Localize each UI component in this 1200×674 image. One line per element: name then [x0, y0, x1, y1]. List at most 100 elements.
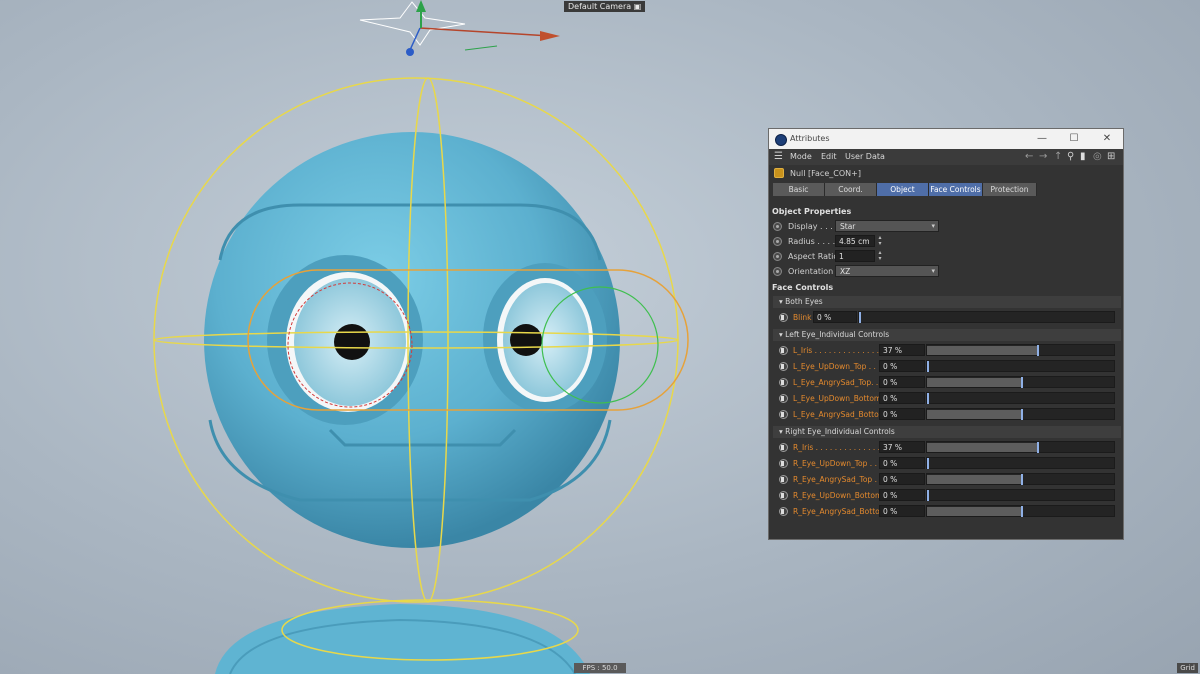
animate-radio-icon[interactable]	[773, 222, 782, 231]
slider-label: Blink	[793, 313, 812, 322]
slider-fill	[927, 507, 1021, 516]
camera-icon: ▣	[633, 2, 642, 11]
slider-label: L_Eye_AngrySad_Bottom	[793, 410, 887, 419]
chevron-down-icon: ▾	[931, 267, 935, 275]
orientation-value: XZ	[840, 267, 851, 276]
back-arrow-icon[interactable]: ←	[1025, 151, 1033, 163]
slider-track[interactable]	[926, 344, 1115, 356]
slider-value-field[interactable]: 37 %	[879, 344, 925, 356]
group-title: Both Eyes	[785, 297, 823, 306]
new-panel-icon[interactable]: ⊞	[1107, 151, 1115, 163]
slider-label: R_Eye_AngrySad_Bottom	[793, 507, 888, 516]
tab-basic[interactable]: Basic	[773, 183, 825, 196]
keyframe-icon[interactable]	[779, 378, 788, 387]
keyframe-icon[interactable]	[779, 507, 788, 516]
slider-handle[interactable]	[1037, 442, 1039, 453]
keyframe-icon[interactable]	[779, 491, 788, 500]
aspect-ratio-label: Aspect Ratio	[788, 252, 839, 261]
slider-handle[interactable]	[927, 393, 929, 404]
lock-icon[interactable]: ▮	[1080, 151, 1086, 163]
orientation-row: Orientation XZ ▾	[773, 265, 1121, 279]
aspect-ratio-field[interactable]: 1	[835, 250, 875, 262]
slider-row: L_Iris . . . . . . . . . . . . . . 37 %	[773, 344, 1119, 358]
slider-handle[interactable]	[1021, 409, 1023, 420]
aspect-stepper-icon[interactable]: ▴ ▾	[876, 250, 884, 262]
keyframe-icon[interactable]	[779, 362, 788, 371]
slider-row: R_Eye_UpDown_Top . . .0 %	[773, 457, 1119, 471]
slider-value-field[interactable]: 0 %	[879, 489, 925, 501]
slider-handle[interactable]	[1021, 506, 1023, 517]
slider-handle[interactable]	[927, 361, 929, 372]
keyframe-icon[interactable]	[779, 346, 788, 355]
slider-value-field[interactable]: 0 %	[879, 473, 925, 485]
slider-track[interactable]	[926, 392, 1115, 404]
close-button[interactable]: ✕	[1100, 132, 1114, 146]
slider-handle[interactable]	[1021, 377, 1023, 388]
animate-radio-icon[interactable]	[773, 252, 782, 261]
slider-value-field[interactable]: 0 %	[879, 505, 925, 517]
fps-readout: FPS : 50.0	[574, 663, 626, 673]
search-icon[interactable]: ⚲	[1067, 151, 1074, 163]
camera-label[interactable]: Default Camera ▣	[564, 1, 646, 12]
panel-title: Attributes	[790, 134, 830, 143]
maximize-button[interactable]: ☐	[1067, 132, 1081, 146]
slider-handle[interactable]	[1037, 345, 1039, 356]
up-arrow-icon[interactable]: ↑	[1054, 151, 1062, 163]
object-name: Null [Face_CON+]	[790, 169, 861, 178]
null-object-icon	[774, 168, 784, 178]
display-select[interactable]: Star ▾	[835, 220, 939, 232]
keyframe-icon[interactable]	[779, 443, 788, 452]
animate-radio-icon[interactable]	[773, 237, 782, 246]
slider-track[interactable]	[926, 408, 1115, 420]
slider-handle[interactable]	[859, 312, 861, 323]
robot-body	[215, 604, 590, 674]
slider-value-field[interactable]: 37 %	[879, 441, 925, 453]
keyframe-icon[interactable]	[779, 459, 788, 468]
tab-face-controls[interactable]: Face Controls	[929, 183, 983, 196]
forward-arrow-icon[interactable]: →	[1039, 151, 1047, 163]
target-icon[interactable]: ◎	[1093, 151, 1102, 163]
menu-edit[interactable]: Edit	[821, 152, 837, 161]
slider-row: R_Eye_AngrySad_Top . .0 %	[773, 473, 1119, 487]
slider-track[interactable]	[926, 489, 1115, 501]
tab-coord[interactable]: Coord.	[825, 183, 877, 196]
panel-titlebar[interactable]: Attributes — ☐ ✕	[769, 129, 1123, 149]
radius-label: Radius . . . .	[788, 237, 836, 246]
slider-track[interactable]	[926, 473, 1115, 485]
minimize-button[interactable]: —	[1035, 132, 1049, 146]
orientation-select[interactable]: XZ ▾	[835, 265, 939, 277]
slider-track[interactable]	[926, 376, 1115, 388]
slider-value-field[interactable]: 0 %	[879, 457, 925, 469]
slider-track[interactable]	[858, 311, 1115, 323]
tab-object[interactable]: Object	[877, 183, 929, 196]
menu-user-data[interactable]: User Data	[845, 152, 885, 161]
hamburger-menu-icon[interactable]: ☰	[774, 152, 783, 162]
keyframe-icon[interactable]	[779, 313, 788, 322]
keyframe-icon[interactable]	[779, 410, 788, 419]
tab-bar: Basic Coord. Object Face Controls Protec…	[769, 183, 1123, 197]
keyframe-icon[interactable]	[779, 394, 788, 403]
slider-track[interactable]	[926, 441, 1115, 453]
radius-stepper-icon[interactable]: ▴ ▾	[876, 235, 884, 247]
slider-handle[interactable]	[1021, 474, 1023, 485]
keyframe-icon[interactable]	[779, 475, 788, 484]
slider-track[interactable]	[926, 360, 1115, 372]
radius-field[interactable]: 4.85 cm	[835, 235, 875, 247]
slider-value-field[interactable]: 0 %	[879, 408, 925, 420]
slider-handle[interactable]	[927, 490, 929, 501]
slider-track[interactable]	[926, 457, 1115, 469]
slider-handle[interactable]	[927, 458, 929, 469]
slider-value-field[interactable]: 0 %	[879, 376, 925, 388]
tab-protection[interactable]: Protection	[983, 183, 1037, 196]
group-header[interactable]: ▾ Left Eye_Individual Controls	[773, 329, 1121, 341]
menu-mode[interactable]: Mode	[790, 152, 812, 161]
animate-radio-icon[interactable]	[773, 267, 782, 276]
group-header[interactable]: ▾ Right Eye_Individual Controls	[773, 426, 1121, 438]
group-header[interactable]: ▾ Both Eyes	[773, 296, 1121, 308]
slider-value-field[interactable]: 0 %	[813, 311, 857, 323]
slider-value-field[interactable]: 0 %	[879, 360, 925, 372]
attributes-panel: Attributes — ☐ ✕ ☰ Mode Edit User Data ←…	[768, 128, 1124, 540]
slider-track[interactable]	[926, 505, 1115, 517]
slider-value-field[interactable]: 0 %	[879, 392, 925, 404]
group-title: Right Eye_Individual Controls	[785, 427, 895, 436]
